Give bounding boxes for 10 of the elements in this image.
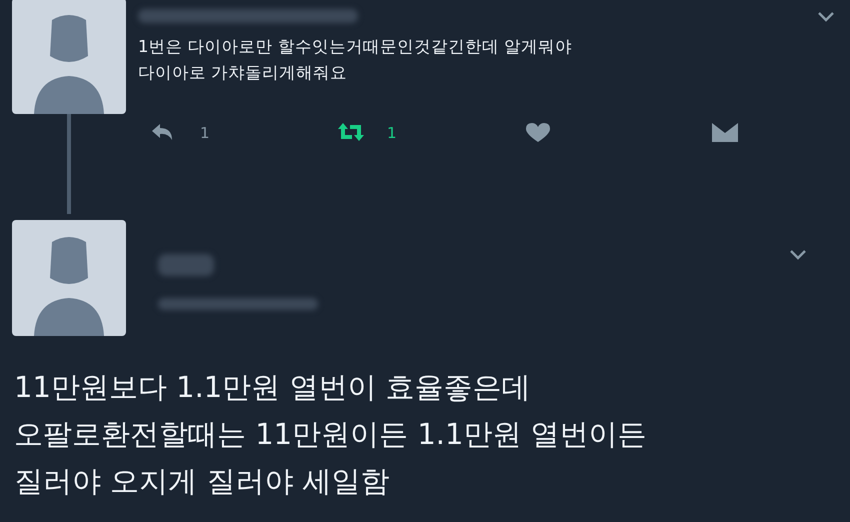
redacted-text [158, 254, 214, 276]
tweet-text: 1번은 다이아로만 할수잇는거때문인것같긴한데 알게뭐야 다이아로 가챠돌리게해줘요 [138, 36, 574, 84]
action-count: 1 [387, 124, 397, 142]
avatar-icon[interactable] [12, 0, 126, 114]
avatar-icon[interactable] [12, 220, 126, 336]
heart-icon[interactable] [524, 122, 552, 143]
tweet-text: 11만원보다 1.1만원 열번이 효율좋은데 오팔로환전할때는 11만원이든 1.1만원 열번이든 질러야 오지게 질러야 세일함 [13, 369, 648, 500]
envelope-icon[interactable] [711, 122, 739, 143]
retweet-icon[interactable] [337, 122, 365, 143]
action-count: 1 [200, 124, 210, 142]
